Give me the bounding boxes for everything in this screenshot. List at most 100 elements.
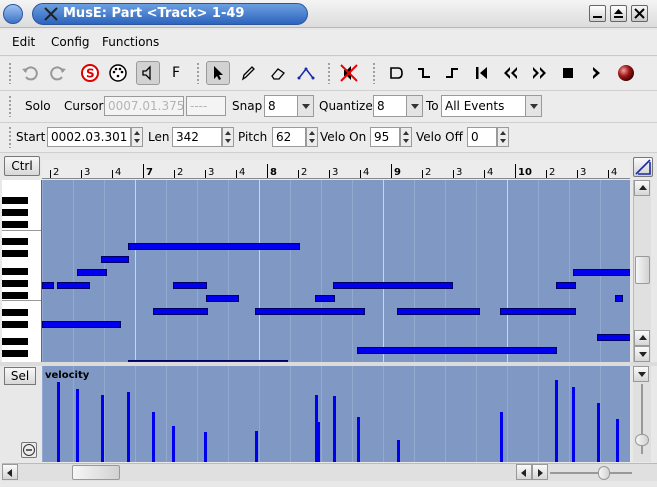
black-key[interactable] — [2, 280, 28, 287]
stop-button[interactable] — [556, 61, 580, 85]
velocity-bar[interactable] — [172, 426, 175, 462]
pitch-spinner[interactable] — [306, 127, 318, 147]
velo-off-field[interactable]: 0 — [467, 127, 497, 147]
record-button[interactable] — [614, 61, 638, 85]
black-key[interactable] — [2, 197, 28, 204]
toolbar-grip[interactable] — [8, 126, 12, 148]
black-key[interactable] — [2, 250, 28, 257]
punch-out-button[interactable] — [440, 61, 464, 85]
eraser-tool-button[interactable] — [266, 61, 290, 85]
black-key[interactable] — [2, 238, 28, 245]
velocity-bar[interactable] — [357, 417, 360, 462]
black-key[interactable] — [2, 338, 28, 345]
midi-note[interactable] — [173, 282, 207, 289]
velocity-bar[interactable] — [255, 431, 258, 462]
velocity-bar[interactable] — [555, 380, 558, 462]
velo-off-spinner[interactable] — [497, 127, 509, 147]
solo-s-button[interactable]: S — [78, 61, 102, 85]
midi-note[interactable] — [153, 308, 208, 315]
black-key[interactable] — [2, 221, 28, 228]
scroll-left-arrow[interactable] — [2, 464, 18, 480]
black-key[interactable] — [2, 321, 28, 328]
midi-note[interactable] — [357, 347, 557, 354]
velocity-bar[interactable] — [57, 382, 60, 462]
velocity-bar[interactable] — [127, 392, 130, 462]
ctrl-button[interactable]: Ctrl — [4, 156, 40, 176]
midi-note[interactable] — [42, 282, 54, 289]
minimize-button[interactable] — [589, 5, 606, 22]
maximize-button[interactable] — [610, 5, 627, 22]
velocity-bar[interactable] — [500, 412, 503, 462]
controller-zoom-slider[interactable] — [633, 366, 651, 462]
hscroll-thumb[interactable] — [72, 465, 120, 480]
solo-label[interactable]: Solo — [25, 99, 51, 113]
scroll-left-arrow[interactable] — [516, 464, 532, 480]
midi-input-button[interactable] — [106, 61, 130, 85]
velocity-bar[interactable] — [597, 403, 600, 462]
velocity-bar[interactable] — [317, 422, 320, 462]
midi-note[interactable] — [597, 334, 630, 341]
black-key[interactable] — [2, 209, 28, 216]
velocity-bar[interactable] — [397, 440, 400, 462]
scroll-down-arrow[interactable] — [633, 366, 649, 382]
window-title-pill[interactable]: MusE: Part <Track> 1-49 — [32, 3, 308, 25]
midi-note[interactable] — [333, 282, 453, 289]
midi-note[interactable] — [615, 295, 623, 302]
mute-speaker-button[interactable] — [337, 61, 361, 85]
midi-note[interactable] — [500, 308, 576, 315]
black-key[interactable] — [2, 309, 28, 316]
toolbar-grip[interactable] — [372, 62, 376, 84]
slider-handle[interactable] — [635, 434, 649, 446]
toolbar-grip[interactable] — [196, 62, 200, 84]
forward-button[interactable] — [528, 61, 552, 85]
loop-button[interactable] — [384, 61, 408, 85]
tools-button[interactable] — [633, 157, 653, 177]
vertical-scrollbar[interactable] — [633, 180, 651, 362]
len-spinner[interactable] — [222, 127, 234, 147]
scroll-up-arrow[interactable] — [634, 180, 650, 196]
start-field[interactable]: 0002.03.301 — [47, 127, 131, 147]
zoom-slider-handle[interactable] — [598, 466, 610, 480]
play-button[interactable] — [584, 61, 608, 85]
black-key[interactable] — [2, 268, 28, 275]
velo-on-spinner[interactable] — [400, 127, 412, 147]
midi-note[interactable] — [206, 295, 239, 302]
start-spinner[interactable] — [131, 127, 143, 147]
f-button[interactable]: F — [164, 61, 188, 85]
toolbar-grip[interactable] — [8, 95, 12, 117]
velocity-bar[interactable] — [572, 387, 575, 462]
midi-note[interactable] — [255, 308, 365, 315]
undo-button[interactable] — [18, 61, 42, 85]
velocity-bar[interactable] — [204, 432, 207, 462]
to-select[interactable]: All Events — [441, 95, 542, 117]
black-key[interactable] — [2, 292, 28, 299]
velocity-bar[interactable] — [76, 389, 79, 462]
line-draw-tool-button[interactable] — [294, 61, 318, 85]
toolbar-grip[interactable] — [327, 62, 331, 84]
menu-config[interactable]: Config — [51, 35, 90, 49]
midi-note[interactable] — [573, 269, 630, 276]
scroll-down-arrow[interactable] — [634, 346, 650, 362]
toolbar-grip[interactable] — [8, 62, 12, 84]
velocity-bar[interactable] — [616, 419, 619, 462]
snap-select[interactable]: 8 — [264, 95, 314, 117]
midi-note[interactable] — [556, 282, 576, 289]
rewind-button[interactable] — [498, 61, 522, 85]
controller-canvas[interactable]: velocity — [42, 366, 630, 462]
speaker-button[interactable] — [136, 61, 160, 85]
midi-note[interactable] — [397, 308, 480, 315]
scroll-right-arrow[interactable] — [532, 464, 548, 480]
midi-note[interactable] — [42, 321, 121, 328]
quantize-select[interactable]: 8 — [373, 95, 423, 117]
pointer-tool-button[interactable] — [206, 61, 230, 85]
scroll-up-arrow[interactable] — [634, 330, 650, 346]
midi-note[interactable] — [128, 243, 300, 250]
len-field[interactable]: 342 — [172, 127, 222, 147]
midi-note[interactable] — [57, 282, 90, 289]
pitch-field[interactable]: 62 — [272, 127, 306, 147]
velocity-bar[interactable] — [101, 395, 104, 462]
pencil-tool-button[interactable] — [236, 61, 260, 85]
menu-functions[interactable]: Functions — [102, 35, 159, 49]
horizontal-scrollbar[interactable] — [2, 463, 657, 481]
midi-note[interactable] — [315, 295, 335, 302]
